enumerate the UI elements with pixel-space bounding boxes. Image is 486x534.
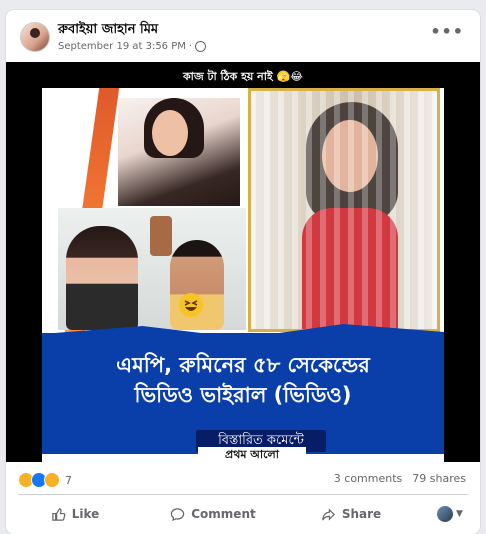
headline-line-1: এমপি, রুমিনের ৫৮ সেকেন্ডের [116, 353, 370, 377]
post-header: রুবাইয়া জাহান মিম September 19 at 3:56 … [6, 10, 480, 60]
like-label: Like [71, 507, 100, 521]
wow-reaction-icon [44, 472, 60, 488]
poster-headline: এমপি, রুমিনের ৫৮ সেকেন্ডের ভিডিও ভাইরাল … [42, 350, 444, 410]
laughing-emoji-icon [179, 293, 203, 317]
reaction-count[interactable]: 7 [65, 474, 72, 487]
post-media[interactable]: কাজ টা ঠিক হয় নাই 🫣😂 এমপি, রুমিনের ৫৮ স… [6, 62, 480, 462]
headline-line-2: ভিডিও ভাইরাল (ভিডিও) [134, 383, 352, 407]
reaction-summary[interactable]: 7 [18, 472, 72, 488]
share-button[interactable]: Share [282, 498, 420, 530]
comment-button[interactable]: Comment [144, 498, 282, 530]
post-card: রুবাইয়া জাহান মিম September 19 at 3:56 … [6, 10, 480, 534]
prothom-alo-logo: প্রথম আলো [198, 447, 306, 462]
divider [18, 494, 468, 495]
comment-count[interactable]: 3 comments [334, 472, 403, 485]
author-name[interactable]: রুবাইয়া জাহান মিম [58, 20, 158, 41]
share-icon [322, 507, 335, 521]
share-label: Share [341, 507, 382, 521]
avatar[interactable] [20, 22, 50, 52]
share-count[interactable]: 79 shares [412, 472, 466, 485]
profile-avatar-icon [437, 506, 454, 522]
post-stats: 7 3 comments 79 shares [6, 466, 480, 492]
more-options-button[interactable]: ••• [430, 22, 464, 41]
photo-woman-top [118, 98, 240, 206]
comment-icon [171, 507, 185, 521]
globe-icon [195, 41, 207, 52]
like-button[interactable]: Like [6, 498, 144, 530]
action-bar: Like Comment Share ▼ [6, 496, 480, 532]
chevron-down-icon: ▼ [456, 509, 463, 519]
media-caption: কাজ টা ঠিক হয় নাই 🫣😂 [182, 70, 304, 83]
engagement-counts: 3 comments 79 shares [334, 472, 466, 485]
gold-frame [248, 88, 440, 332]
thumbs-up-icon [51, 507, 66, 521]
comment-label: Comment [191, 507, 256, 521]
poster-photo-area [42, 88, 444, 333]
photo-couple [58, 208, 246, 330]
news-poster: এমপি, রুমিনের ৫৮ সেকেন্ডের ভিডিও ভাইরাল … [42, 88, 444, 462]
reaction-as-selector[interactable]: ▼ [420, 498, 480, 530]
timestamp[interactable]: September 19 at 3:56 PM [58, 41, 186, 52]
post-meta: September 19 at 3:56 PM · [58, 41, 207, 52]
